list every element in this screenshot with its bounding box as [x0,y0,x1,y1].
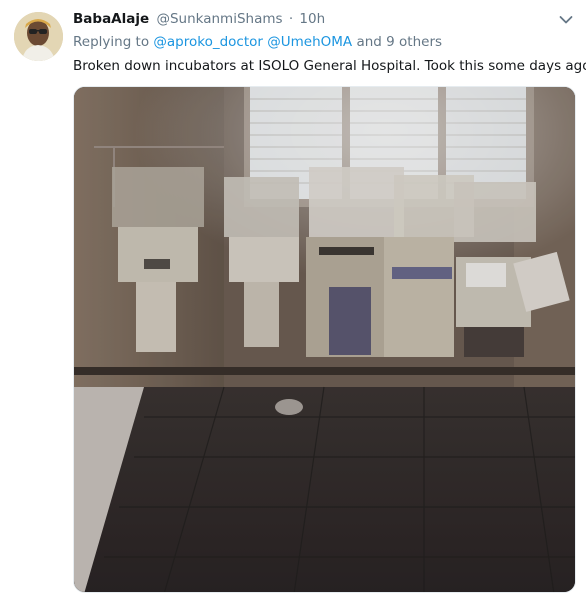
replying-to: Replying to @aproko_doctor @UmehOMA and … [73,33,442,51]
replying-to-label: Replying to [73,34,150,50]
others-link[interactable]: and 9 others [356,34,442,50]
chevron-down-icon[interactable] [556,10,576,30]
tweet-text: Broken down incubators at ISOLO General … [73,58,586,74]
timestamp[interactable]: 10h [299,11,325,27]
display-name[interactable]: BabaAlaje [73,11,149,27]
tweet-header: BabaAlaje @SunkanmiShams · 10h [73,10,546,28]
mention-link[interactable]: @UmehOMA [267,34,352,50]
user-handle[interactable]: @SunkanmiShams [156,11,282,27]
mention-link[interactable]: @aproko_doctor [153,34,263,50]
tweet-photo[interactable] [73,86,576,593]
separator-dot: · [288,11,294,27]
tweet: BabaAlaje @SunkanmiShams · 10h Replying … [0,0,586,602]
avatar[interactable] [14,12,63,61]
